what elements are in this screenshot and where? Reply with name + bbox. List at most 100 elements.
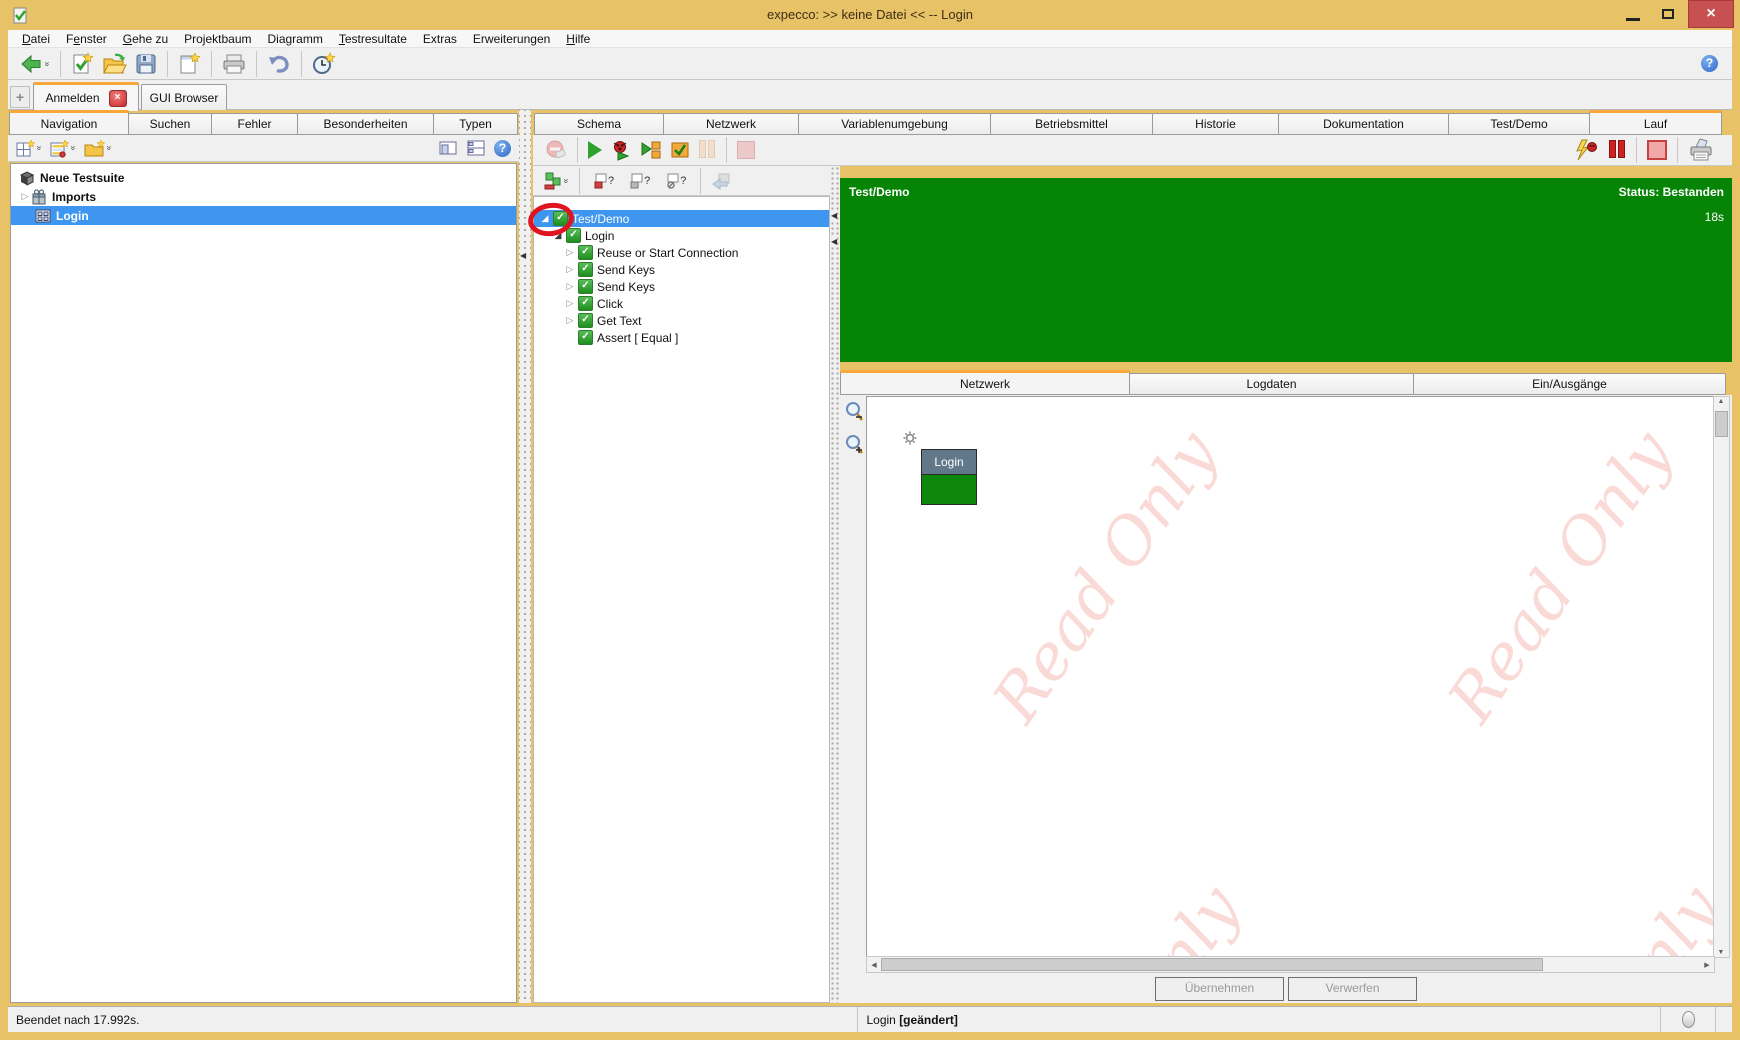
add-tab-button[interactable]: +: [10, 86, 30, 108]
print-report-button[interactable]: [1684, 136, 1718, 164]
new-testsuite-button[interactable]: [67, 50, 98, 78]
menu-hilfe[interactable]: Hilfe: [558, 30, 598, 48]
close-button[interactable]: ×: [1688, 0, 1734, 28]
splitter-collapse-icon[interactable]: ◀: [520, 250, 526, 261]
login-node-body[interactable]: [922, 475, 976, 504]
tree-item-imports[interactable]: ▷ Imports: [11, 187, 516, 206]
horizontal-scroll-thumb[interactable]: [881, 958, 1543, 971]
new-folder-button[interactable]: »: [80, 134, 116, 162]
middle-splitter[interactable]: ◀ ◀: [830, 166, 840, 1003]
pause-button[interactable]: [694, 136, 720, 164]
menu-fenster[interactable]: Fenster: [58, 30, 115, 48]
menu-diagramm[interactable]: Diagramm: [260, 30, 331, 48]
menu-testresultate[interactable]: Testresultate: [331, 30, 415, 48]
scroll-left-icon[interactable]: ◀: [867, 961, 881, 969]
tab-netzwerk[interactable]: Netzwerk: [663, 113, 799, 135]
debug-button[interactable]: [606, 136, 636, 164]
checkbox-checked-icon[interactable]: ✓: [578, 279, 593, 294]
apply-button[interactable]: Übernehmen: [1155, 977, 1284, 1001]
discard-button[interactable]: Verwerfen: [1288, 977, 1417, 1001]
checkbox-checked-icon[interactable]: ✓: [578, 313, 593, 328]
result-tree-row-send-keys-1[interactable]: ▷ ✓ Send Keys: [534, 261, 829, 278]
network-canvas[interactable]: Read Only Read Only Read Only Read Only …: [866, 396, 1714, 958]
result-tree-row-get-text[interactable]: ▷ ✓ Get Text: [534, 312, 829, 329]
tab-typen[interactable]: Typen: [433, 113, 518, 135]
expand-collapsed-icon[interactable]: ▷: [564, 264, 576, 275]
tree-item-login[interactable]: Login: [11, 206, 516, 225]
checkbox-checked-icon[interactable]: ✓: [566, 228, 581, 243]
stop-run-button[interactable]: [1643, 136, 1671, 164]
tab-lauf[interactable]: Lauf: [1589, 110, 1722, 135]
tab-gui-browser[interactable]: GUI Browser: [141, 84, 227, 110]
zoom-out-icon[interactable]: [844, 401, 864, 424]
history-button[interactable]: [308, 50, 340, 78]
tree-item-testsuite[interactable]: Neue Testsuite: [11, 168, 516, 187]
tab-test-demo[interactable]: Test/Demo: [1448, 113, 1590, 135]
vertical-scrollbar[interactable]: ▲ ▼: [1713, 396, 1730, 958]
expand-collapsed-icon[interactable]: ▷: [564, 298, 576, 309]
result-tree-row-test-demo[interactable]: ◢ ✓ Test/Demo: [534, 210, 829, 227]
menu-extras[interactable]: Extras: [415, 30, 465, 48]
zoom-in-icon[interactable]: [844, 434, 864, 457]
checkbox-checked-icon[interactable]: ✓: [578, 296, 593, 311]
layout-single-button[interactable]: [434, 134, 462, 162]
expand-open-icon[interactable]: ◢: [552, 230, 564, 241]
new-view-button[interactable]: »: [12, 134, 46, 162]
scroll-down-icon[interactable]: ▼: [1714, 949, 1728, 956]
goto-node-button[interactable]: [707, 167, 735, 195]
node-actions-button[interactable]: »: [539, 167, 573, 195]
tab-besonderheiten[interactable]: Besonderheiten: [297, 113, 434, 135]
result-tree-row-click[interactable]: ▷ ✓ Click: [534, 295, 829, 312]
expand-collapsed-icon[interactable]: ▷: [564, 247, 576, 258]
tab-betriebsmittel[interactable]: Betriebsmittel: [990, 113, 1153, 135]
left-splitter[interactable]: ◀: [519, 110, 531, 1003]
hot-debug-button[interactable]: [1570, 136, 1604, 164]
open-button[interactable]: [98, 50, 131, 78]
scroll-right-icon[interactable]: ▶: [1700, 961, 1714, 969]
tab-variablenumgebung[interactable]: Variablenumgebung: [798, 113, 991, 135]
tab-suchen[interactable]: Suchen: [128, 113, 212, 135]
menu-projektbaum[interactable]: Projektbaum: [176, 30, 259, 48]
result-tree-row-send-keys-2[interactable]: ▷ ✓ Send Keys: [534, 278, 829, 295]
login-node-header[interactable]: Login: [922, 450, 976, 475]
tab-result-netzwerk[interactable]: Netzwerk: [840, 370, 1130, 395]
step-button[interactable]: [636, 136, 666, 164]
back-button[interactable]: »: [16, 50, 54, 78]
splitter-collapse-icon[interactable]: ◀: [831, 210, 837, 221]
run-button[interactable]: [584, 136, 606, 164]
splitter-collapse-icon[interactable]: ◀: [831, 236, 837, 247]
tab-anmelden[interactable]: Anmelden ×: [33, 82, 139, 111]
print-button[interactable]: [218, 50, 250, 78]
tab-dokumentation[interactable]: Dokumentation: [1278, 113, 1449, 135]
menu-datei[interactable]: Datei: [14, 30, 58, 48]
layout-split-button[interactable]: [462, 134, 490, 162]
scroll-up-icon[interactable]: ▲: [1714, 398, 1728, 405]
expand-collapsed-icon[interactable]: ▷: [564, 281, 576, 292]
clear-results-button[interactable]: [541, 136, 571, 164]
expand-open-icon[interactable]: ◢: [539, 213, 551, 224]
minimize-button[interactable]: [1626, 18, 1640, 21]
stop-button[interactable]: [733, 136, 759, 164]
tab-close-icon[interactable]: ×: [109, 90, 127, 107]
run-with-assertions-button[interactable]: [666, 136, 694, 164]
breakpoint-skip-button[interactable]: ?: [662, 167, 690, 195]
tab-fehler[interactable]: Fehler: [211, 113, 298, 135]
checkbox-checked-icon[interactable]: ✓: [578, 245, 593, 260]
result-tree-row-reuse[interactable]: ▷ ✓ Reuse or Start Connection: [534, 244, 829, 261]
menu-gehe-zu[interactable]: Gehe zu: [115, 30, 176, 48]
menu-erweiterungen[interactable]: Erweiterungen: [465, 30, 558, 48]
result-tree-row-assert[interactable]: ✓ Assert [ Equal ]: [534, 329, 829, 346]
undo-button[interactable]: [263, 50, 295, 78]
horizontal-scrollbar[interactable]: ◀ ▶: [866, 956, 1715, 973]
checkbox-checked-icon[interactable]: ✓: [553, 211, 568, 226]
checkbox-checked-icon[interactable]: ✓: [578, 262, 593, 277]
gear-icon[interactable]: [903, 431, 917, 445]
new-list-button[interactable]: »: [46, 134, 80, 162]
tab-navigation[interactable]: Navigation: [9, 110, 129, 135]
expand-collapsed-icon[interactable]: ▷: [564, 315, 576, 326]
checkbox-checked-icon[interactable]: ✓: [578, 330, 593, 345]
result-tree-row-login[interactable]: ◢ ✓ Login: [534, 227, 829, 244]
breakpoint-button[interactable]: ?: [626, 167, 654, 195]
breakpoint-error-button[interactable]: ?: [590, 167, 618, 195]
tab-historie[interactable]: Historie: [1152, 113, 1279, 135]
